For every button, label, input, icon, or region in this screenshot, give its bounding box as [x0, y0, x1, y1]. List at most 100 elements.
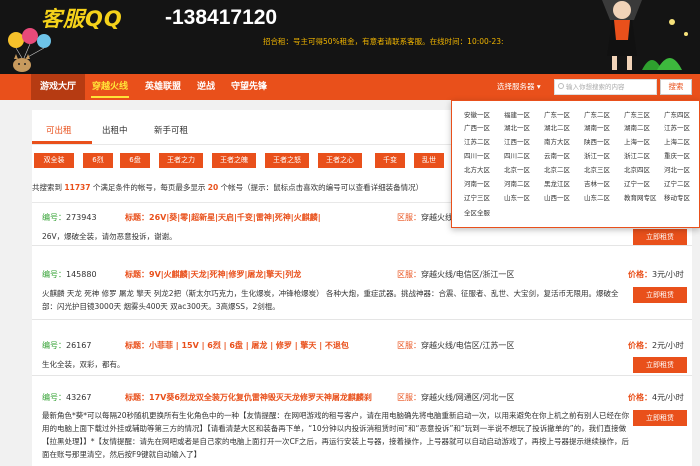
region-option[interactable]: 河北一区: [664, 164, 700, 177]
listing-item: 编号：43267 标题：17V葵6烈龙双全装万化复仇雷神毁灭天龙修罗天神屠龙麒麟…: [32, 385, 692, 466]
region-option[interactable]: 福建一区: [504, 109, 544, 122]
region-select[interactable]: 选择服务器 ▾: [497, 74, 541, 100]
region-option[interactable]: 上海一区: [624, 136, 664, 149]
listing-no-label: 编号：: [42, 270, 66, 279]
region-option[interactable]: 江苏一区: [664, 122, 700, 135]
listing-no[interactable]: 145880: [66, 270, 97, 279]
region-option[interactable]: 河南一区: [464, 178, 504, 191]
region-option[interactable]: 吉林一区: [584, 178, 624, 191]
search-input[interactable]: 输入你想搜索的内容: [554, 79, 657, 95]
filter-chip[interactable]: 千变: [375, 153, 405, 168]
listing-title[interactable]: 9V|火麒麟|天龙|死神|修罗|屠龙|擎天|列龙: [149, 270, 301, 279]
region-option[interactable]: 四川二区: [504, 150, 544, 163]
region-option[interactable]: 陕西一区: [584, 136, 624, 149]
listing-no[interactable]: 273943: [66, 213, 97, 222]
region-option[interactable]: 湖南一区: [584, 122, 624, 135]
region-option[interactable]: 山西一区: [544, 192, 584, 205]
listing-no[interactable]: 43267: [66, 393, 91, 402]
region-option[interactable]: 湖南二区: [624, 122, 664, 135]
listing-title[interactable]: 26V|葵|零|超新星|天启|千变|雷神|死神|火麒麟|: [149, 213, 321, 222]
rent-now-button[interactable]: 立即租赁: [633, 287, 687, 303]
nav-overwatch[interactable]: 守望先锋: [231, 74, 267, 100]
summary-middle: 个满足条件的帐号，每页最多显示: [92, 183, 206, 192]
region-option[interactable]: 移动专区: [664, 192, 700, 205]
listing-region: 穿越火线/电信区/浙江一区: [421, 270, 515, 279]
region-option[interactable]: 广东四区: [664, 109, 700, 122]
nav-nizhan[interactable]: 逆战: [197, 74, 215, 100]
rent-now-button[interactable]: 立即租赁: [633, 229, 687, 245]
region-option[interactable]: 黑龙江区: [544, 178, 584, 191]
region-option[interactable]: 江苏二区: [464, 136, 504, 149]
region-option[interactable]: 全区全服: [464, 207, 504, 220]
nav-game-hall[interactable]: 游戏大厅: [31, 74, 86, 100]
listing-title[interactable]: 小菲菲 | 15V | 6烈 | 6盘 | 屠龙 | 修罗 | 擎天 | 不退包: [149, 341, 349, 350]
listing-description: 火麒麟 天龙 死神 修罗 屠龙 擎天 列龙2把（斯太尔巧克力，生化爆炭，冲锋枪爆…: [42, 289, 619, 311]
per-page-count: 20: [207, 183, 219, 192]
region-option[interactable]: 北京三区: [584, 164, 624, 177]
summary-prefix: 共搜索到: [32, 183, 62, 192]
region-option[interactable]: 南方大区: [544, 136, 584, 149]
filter-chip[interactable]: 王者之心: [318, 153, 362, 168]
region-option[interactable]: 江西一区: [504, 136, 544, 149]
listing-title[interactable]: 17V葵6烈龙双全装万化复仇雷神毁灭天龙修罗天神屠龙麒麟刹: [149, 393, 372, 402]
rent-now-button[interactable]: 立即租赁: [633, 357, 687, 373]
listing-description: 最新角色*葵*可以每隔20秒随机更换所有生化角色中的一种【友情提醒：在网吧游戏的…: [42, 411, 630, 459]
region-option[interactable]: 北京一区: [504, 164, 544, 177]
region-option[interactable]: 四川一区: [464, 150, 504, 163]
region-option[interactable]: 湖北二区: [544, 122, 584, 135]
region-option[interactable]: 云南一区: [544, 150, 584, 163]
summary-suffix: 个帐号（提示：鼠标点击喜欢的编号可以查看详细装备情况）: [220, 183, 424, 192]
region-option[interactable]: 上海二区: [664, 136, 700, 149]
region-option[interactable]: 山东一区: [504, 192, 544, 205]
region-option[interactable]: 河南二区: [504, 178, 544, 191]
filter-chip[interactable]: 王者之怒: [265, 153, 309, 168]
region-option[interactable]: 教育网专区: [624, 192, 664, 205]
region-option[interactable]: 北京四区: [624, 164, 664, 177]
listing-price-label: 价格：: [628, 393, 652, 402]
filter-chip[interactable]: 王者之力: [159, 153, 203, 168]
listing-no-label: 编号：: [42, 341, 66, 350]
nav-active-indicator: [91, 96, 129, 98]
filter-chip[interactable]: 乱世: [414, 153, 444, 168]
region-option[interactable]: 重庆一区: [664, 150, 700, 163]
listing-description: 生化全装，双彩，都有。: [42, 360, 125, 369]
tab-renting[interactable]: 出租中: [102, 124, 128, 136]
filter-chip[interactable]: 王者之魄: [212, 153, 256, 168]
listing-no-label: 编号：: [42, 213, 66, 222]
region-option[interactable]: 辽宁一区: [624, 178, 664, 191]
search-icon: [558, 83, 564, 89]
region-option[interactable]: 广东二区: [584, 109, 624, 122]
region-option[interactable]: 山东二区: [584, 192, 624, 205]
region-option[interactable]: 浙江二区: [624, 150, 664, 163]
region-option[interactable]: 北京二区: [544, 164, 584, 177]
rent-now-button[interactable]: 立即租赁: [633, 410, 687, 426]
listing-region-label: 区服：: [397, 213, 421, 222]
tab-newbie[interactable]: 新手可租: [154, 124, 188, 136]
region-option[interactable]: 北方大区: [464, 164, 504, 177]
region-option[interactable]: 辽宁三区: [464, 192, 504, 205]
listing-title-label: 标题：: [125, 213, 149, 222]
filter-chip[interactable]: 6盘: [120, 153, 150, 168]
filter-chip[interactable]: 6烈: [83, 153, 113, 168]
region-option[interactable]: 广东一区: [544, 109, 584, 122]
tab-available[interactable]: 可出租: [46, 124, 72, 136]
region-option[interactable]: 广东三区: [624, 109, 664, 122]
region-option[interactable]: 广西一区: [464, 122, 504, 135]
listing-region-label: 区服：: [397, 341, 421, 350]
search-button[interactable]: 搜索: [660, 79, 692, 95]
result-count: 11737: [64, 183, 91, 192]
listing-no-label: 编号：: [42, 393, 66, 402]
region-option[interactable]: 辽宁二区: [664, 178, 700, 191]
region-option[interactable]: 安徽一区: [464, 109, 504, 122]
region-option[interactable]: 湖北一区: [504, 122, 544, 135]
listing-price: 3元/小时: [652, 270, 684, 279]
listing-price: 4元/小时: [652, 393, 684, 402]
listing-item: 编号：145880 标题：9V|火麒麟|天龙|死神|修罗|屠龙|擎天|列龙 区服…: [32, 256, 692, 320]
qq-number: -138417120: [165, 6, 278, 29]
nav-lol[interactable]: 英雄联盟: [145, 74, 181, 100]
filter-chip[interactable]: 双全装: [34, 153, 74, 168]
region-option[interactable]: 浙江一区: [584, 150, 624, 163]
listing-item: 编号：26167 标题：小菲菲 | 15V | 6烈 | 6盘 | 屠龙 | 修…: [32, 328, 692, 376]
listing-no[interactable]: 26167: [66, 341, 91, 350]
site-header: 客服QQ -138417120 招合租：号主可得50%租金，有意者请联系客服。在…: [0, 0, 700, 74]
